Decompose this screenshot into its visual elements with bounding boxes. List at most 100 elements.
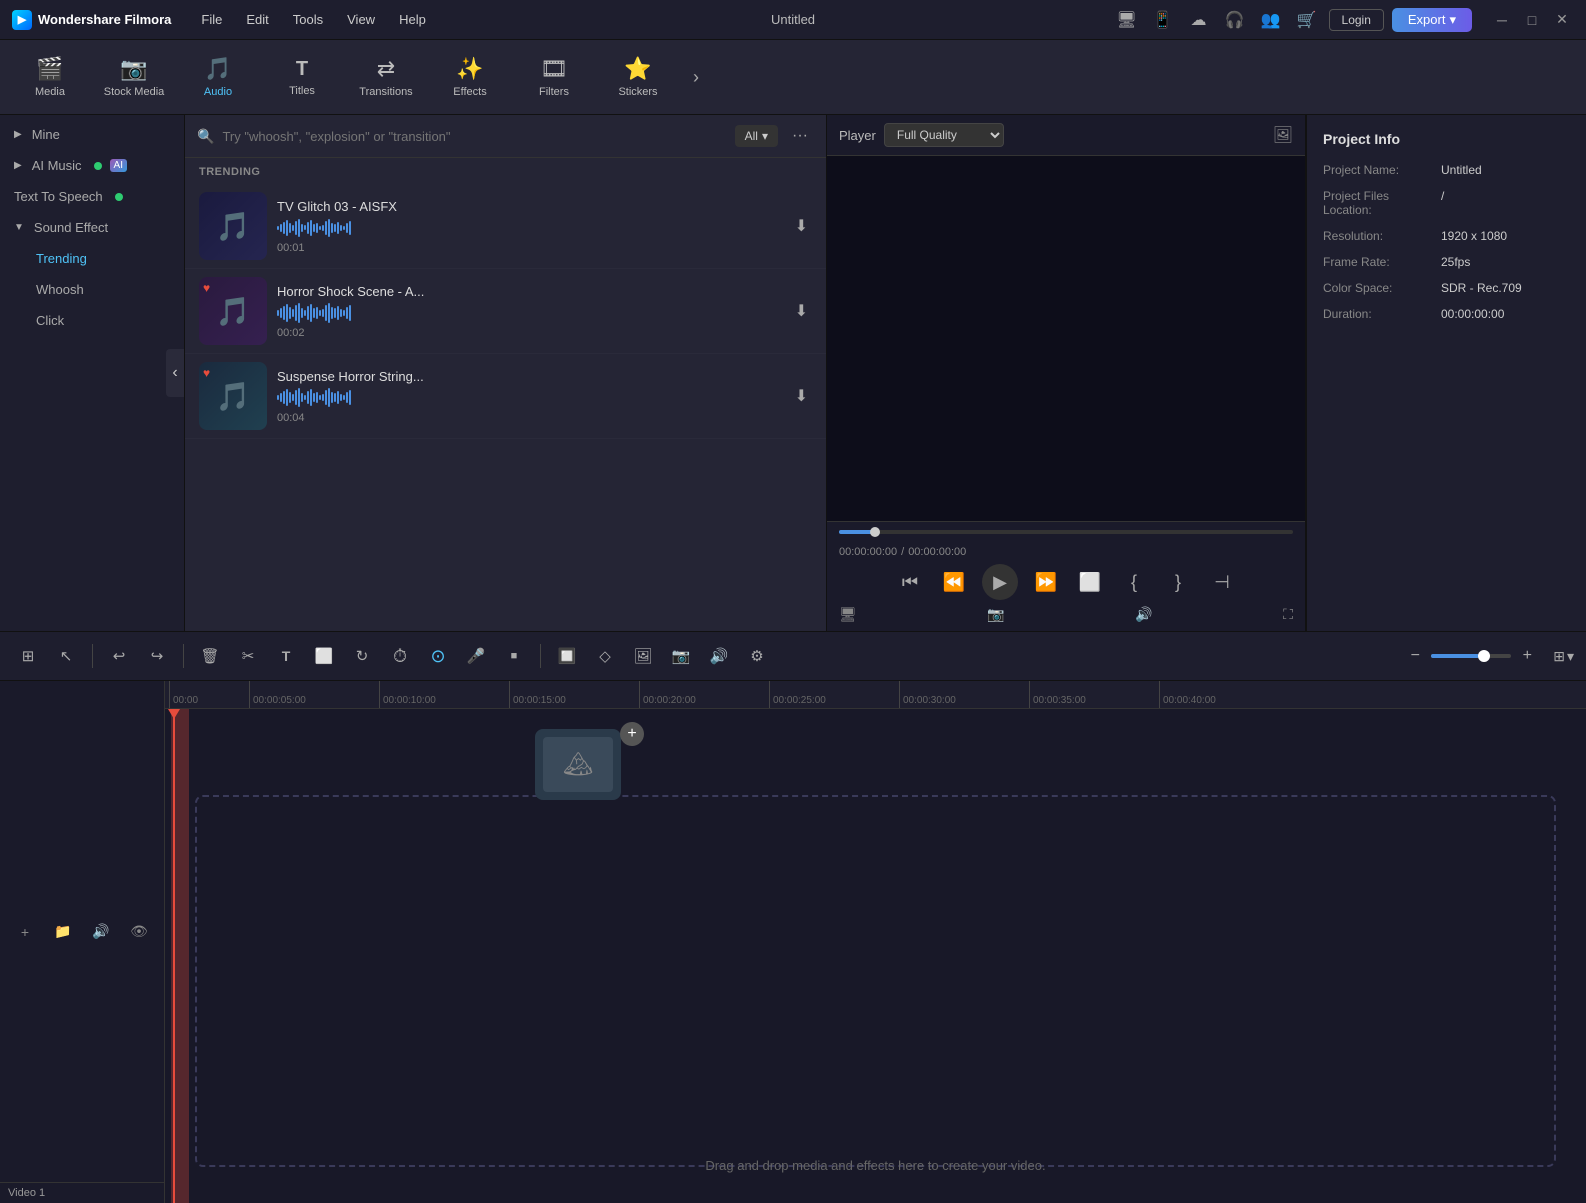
audio-mix-button[interactable]: 🔊 [703, 640, 735, 672]
sidebar-item-sound-effect[interactable]: ▼ Sound Effect [0, 212, 184, 243]
skip-forward-button[interactable]: ⬜ [1074, 566, 1106, 598]
add-track-button[interactable]: + [13, 920, 37, 944]
close-button[interactable]: ✕ [1550, 8, 1574, 32]
zoom-in-button[interactable]: + [1515, 644, 1539, 668]
login-button[interactable]: Login [1329, 9, 1384, 31]
app-logo: ▶ Wondershare Filmora [12, 10, 171, 30]
split-view-button[interactable]: ⊞ [12, 640, 44, 672]
sound-duration-tv-glitch: 00:01 [277, 242, 781, 254]
folder-button[interactable]: 📁 [51, 920, 75, 944]
frame-forward-button[interactable]: ⏩ [1030, 566, 1062, 598]
waveform-bar [298, 219, 300, 237]
menu-file[interactable]: File [191, 8, 232, 31]
progress-thumb[interactable] [870, 527, 880, 537]
toolbar-media[interactable]: 🎬 Media [10, 45, 90, 110]
minimize-button[interactable]: ─ [1490, 8, 1514, 32]
mine-expand-icon: ▶ [14, 129, 22, 140]
monitor-button[interactable]: 🖥 [839, 606, 857, 623]
headset-icon[interactable]: 🎧 [1221, 6, 1249, 34]
filter-button[interactable]: All ▾ [735, 125, 778, 147]
monitor-icon[interactable]: 🖥 [1113, 6, 1141, 34]
select-tool-button[interactable]: ↖ [50, 640, 82, 672]
sidebar-item-click[interactable]: Click [0, 305, 184, 336]
extra-button[interactable]: ⚙ [741, 640, 773, 672]
menu-edit[interactable]: Edit [236, 8, 278, 31]
sound-effect-expand-icon: ▼ [14, 222, 24, 233]
zoom-out-button[interactable]: − [1403, 644, 1427, 668]
frame-back-button[interactable]: ⏪ [938, 566, 970, 598]
speed-button[interactable]: ⏱ [384, 640, 416, 672]
progress-bar[interactable] [839, 530, 1293, 534]
skip-back-button[interactable]: ⏮ [894, 566, 926, 598]
search-more-button[interactable]: ··· [786, 125, 814, 147]
sidebar-item-mine[interactable]: ▶ Mine [0, 119, 184, 150]
tablet-icon[interactable]: 📱 [1149, 6, 1177, 34]
sound-item-horror-shock[interactable]: ♥ 🎵 Horror Shock Scene - A... [185, 269, 826, 354]
snap-button[interactable]: 🔲 [551, 640, 583, 672]
volume-button[interactable]: 🔊 [1135, 606, 1152, 623]
redo-button[interactable]: ↪ [141, 640, 173, 672]
play-button[interactable]: ▶ [982, 564, 1018, 600]
info-value-location: / [1441, 189, 1444, 203]
toolbar-stock-media[interactable]: 📷 Stock Media [94, 45, 174, 110]
export-button[interactable]: Export ▾ [1392, 8, 1472, 32]
screenshot-tl-button[interactable]: 📷 [665, 640, 697, 672]
waveform-bar [340, 225, 342, 231]
toolbar-audio[interactable]: 🎵 Audio [178, 45, 258, 110]
track-label-video1: Video 1 [0, 1183, 164, 1203]
screenshot-button[interactable]: 📷 [987, 606, 1004, 623]
zoom-thumb[interactable] [1478, 650, 1490, 662]
mark-out-button[interactable]: } [1162, 566, 1194, 598]
zoom-track[interactable] [1431, 654, 1511, 658]
info-row-name: Project Name: Untitled [1323, 163, 1570, 177]
sidebar: ▶ Mine ▶ AI Music AI Text To Speech ▼ So… [0, 115, 185, 631]
quality-select[interactable]: Full Quality Half Quality Quarter Qualit… [884, 123, 1004, 147]
keyframe-button[interactable]: ◇ [589, 640, 621, 672]
sidebar-item-ai-music[interactable]: ▶ AI Music AI [0, 150, 184, 181]
toolbar-stickers[interactable]: ⭐ Stickers [598, 45, 678, 110]
sidebar-collapse-button[interactable]: ‹ [166, 349, 184, 397]
subtitle-button[interactable]: ■ [498, 640, 530, 672]
sound-item-suspense[interactable]: ♥ 🎵 Suspense Horror String... [185, 354, 826, 439]
fullscreen-button[interactable]: ⛶ [1283, 606, 1293, 623]
photo-button[interactable]: 🖼 [627, 640, 659, 672]
sound-item-tv-glitch[interactable]: 🎵 TV Glitch 03 - AISFX [185, 184, 826, 269]
volume-track-button[interactable]: 🔊 [89, 920, 113, 944]
menu-help[interactable]: Help [389, 8, 436, 31]
sidebar-item-text-to-speech[interactable]: Text To Speech [0, 181, 184, 212]
menu-view[interactable]: View [337, 8, 385, 31]
search-input[interactable] [222, 129, 726, 144]
toolbar-titles[interactable]: T Titles [262, 45, 342, 110]
cloud-download-icon[interactable]: ☁ [1185, 6, 1213, 34]
toolbar-more-button[interactable]: › [682, 45, 710, 110]
cart-icon[interactable]: 🛒 [1293, 6, 1321, 34]
delete-button[interactable]: 🗑 [194, 640, 226, 672]
cut-button[interactable]: ✂ [232, 640, 264, 672]
eye-button[interactable]: 👁 [127, 920, 151, 944]
download-icon-horror[interactable]: ⬇ [791, 297, 812, 325]
image-icon[interactable]: 🖼 [1273, 125, 1293, 145]
download-icon-tv-glitch[interactable]: ⬇ [791, 212, 812, 240]
users-icon[interactable]: 👥 [1257, 6, 1285, 34]
text-tool-button[interactable]: T [270, 640, 302, 672]
rotate-button[interactable]: ↻ [346, 640, 378, 672]
ripple-edit-button[interactable]: ⊣ [1206, 566, 1238, 598]
sidebar-item-whoosh[interactable]: Whoosh [0, 274, 184, 305]
menu-bar: File Edit Tools View Help [191, 8, 1112, 31]
waveform-bar [307, 391, 309, 404]
toolbar-effects[interactable]: ✨ Effects [430, 45, 510, 110]
crop-button[interactable]: ⬜ [308, 640, 340, 672]
maximize-button[interactable]: □ [1520, 8, 1544, 32]
voice-button[interactable]: 🎤 [460, 640, 492, 672]
toolbar-filters[interactable]: 🎞 Filters [514, 45, 594, 110]
player-screen [827, 156, 1305, 521]
sidebar-item-trending[interactable]: Trending [0, 243, 184, 274]
undo-button[interactable]: ↩ [103, 640, 135, 672]
grid-button[interactable]: ⊞ ▾ [1553, 648, 1574, 665]
toolbar-transitions[interactable]: ⇄ Transitions [346, 45, 426, 110]
mark-in-button[interactable]: { [1118, 566, 1150, 598]
color-button[interactable]: ⊙ [422, 640, 454, 672]
download-icon-suspense[interactable]: ⬇ [791, 382, 812, 410]
add-media-button[interactable]: + [620, 722, 644, 746]
menu-tools[interactable]: Tools [283, 8, 333, 31]
